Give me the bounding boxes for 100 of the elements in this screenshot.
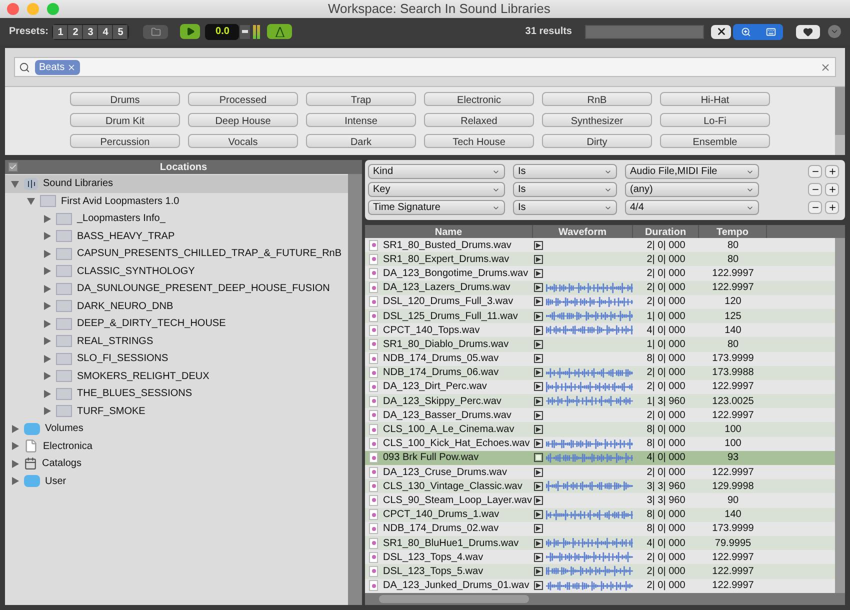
tree-item[interactable]: CAPSUN_PRESENTS_CHILLED_TRAP_&_FUTURE_RnB (5, 245, 348, 262)
scrollbar[interactable] (348, 174, 362, 605)
locations-checkbox[interactable] (8, 162, 18, 172)
play-icon[interactable] (534, 410, 543, 420)
play-icon[interactable] (534, 552, 543, 562)
play-icon[interactable] (534, 326, 543, 335)
tree-item[interactable]: Catalogs (5, 455, 348, 472)
expand-arrow-icon[interactable] (43, 267, 51, 276)
tree-item[interactable]: SLO_FI_SESSIONS (5, 350, 348, 368)
play-icon[interactable] (534, 439, 543, 448)
play-icon[interactable] (534, 368, 543, 378)
preset-button[interactable]: 4 (98, 24, 114, 38)
clear-search-icon[interactable] (820, 62, 831, 72)
expand-arrow-icon[interactable] (43, 354, 51, 363)
expand-arrow-icon[interactable] (43, 250, 51, 258)
tree-item[interactable]: DEEP_&_DIRTY_TECH_HOUSE (5, 315, 348, 332)
play-icon[interactable] (534, 524, 543, 534)
value-select[interactable]: Audio File,MIDI File (625, 164, 759, 179)
tree-item[interactable]: CLASSIC_SYNTHOLOGY (5, 262, 348, 280)
expand-arrow-icon[interactable] (43, 214, 51, 223)
operator-select[interactable]: Is (513, 200, 617, 215)
zoom-add-button[interactable] (733, 24, 759, 40)
expand-arrow-icon[interactable] (11, 460, 19, 468)
add-filter-button[interactable] (825, 183, 839, 196)
tag-button[interactable]: Drums (70, 92, 180, 106)
play-icon[interactable] (534, 312, 543, 321)
table-row[interactable]: DA_123_Cruse_Drums.wav 2| 0| 000 122.9997 (365, 465, 835, 480)
value-select[interactable]: 4/4 (625, 200, 759, 215)
expand-arrow-icon[interactable] (11, 442, 19, 450)
tag-button[interactable]: Relaxed (424, 113, 534, 127)
table-row[interactable]: DA_123_Bongotime_Drums.wav 2| 0| 000 122.9997 (365, 266, 835, 281)
table-row[interactable]: DA_123_Dirt_Perc.wav 2| 0| 000 122.9997 (365, 380, 835, 394)
favorite-button[interactable] (796, 24, 820, 38)
tag-button[interactable]: Deep House (188, 113, 298, 127)
play-icon[interactable] (534, 268, 543, 278)
tag-button[interactable]: Drum Kit (70, 113, 180, 127)
scrollbar[interactable] (835, 238, 845, 593)
table-row[interactable]: DSL_125_Drums_Full_11.wav 1| 0| 000 125 (365, 308, 835, 324)
tag-button[interactable]: Electronic (424, 92, 534, 106)
table-row[interactable]: CLS_90_Steam_Loop_Layer.wav 3| 3| 960 90 (365, 493, 835, 508)
tree-item[interactable]: THE_BLUES_SESSIONS (5, 385, 348, 402)
table-row[interactable]: CPCT_140_Tops.wav 4| 0| 000 140 (365, 323, 835, 338)
expand-arrow-icon[interactable] (43, 372, 51, 380)
tree-item[interactable]: SMOKERS_RELIGHT_DEUX (5, 368, 348, 385)
tree-item[interactable]: REAL_STRINGS (5, 332, 348, 350)
filter-field[interactable] (585, 24, 704, 38)
table-row[interactable]: SR1_80_BluHue1_Drums.wav 4| 0| 000 79.9995 (365, 536, 835, 550)
play-icon[interactable] (534, 482, 543, 491)
tree-item[interactable]: First Avid Loopmasters 1.0 (5, 192, 348, 210)
preset-button[interactable]: 3 (83, 24, 98, 38)
play-icon[interactable] (534, 254, 543, 264)
remove-filter-button[interactable] (808, 165, 822, 178)
remove-icon[interactable] (66, 62, 76, 72)
field-select[interactable]: Kind (368, 164, 505, 179)
folder-button[interactable] (143, 24, 168, 38)
value-select[interactable]: (any) (625, 182, 759, 197)
expand-arrow-icon[interactable] (43, 302, 51, 310)
dropdown-icon[interactable] (828, 25, 841, 38)
scrollbar[interactable] (835, 87, 845, 155)
expand-arrow-icon[interactable] (43, 337, 51, 346)
tag-button[interactable]: Percussion (70, 134, 180, 148)
expand-arrow-icon[interactable] (43, 390, 51, 398)
play-button[interactable] (180, 24, 200, 39)
play-icon[interactable] (534, 240, 543, 250)
table-row[interactable]: CLS_100_Kick_Hat_Echoes.wav 8| 0| 000 100 (365, 436, 835, 451)
table-row[interactable]: DA_123_Lazers_Drums.wav 2| 0| 000 122.9997 (365, 280, 835, 295)
expand-arrow-icon[interactable] (43, 284, 51, 293)
horizontal-scrollbar[interactable] (365, 593, 845, 605)
tag-button[interactable]: Processed (188, 92, 298, 106)
operator-select[interactable]: Is (513, 182, 617, 197)
tag-button[interactable]: Dark (306, 134, 416, 148)
table-row[interactable]: DSL_123_Tops_4.wav 2| 0| 000 122.9997 (365, 550, 835, 564)
tag-button[interactable]: Lo-Fi (660, 113, 770, 127)
play-icon[interactable] (534, 581, 543, 590)
preset-button[interactable]: 5 (113, 24, 128, 38)
collapse-arrow-icon[interactable] (27, 197, 35, 206)
tree-item[interactable]: BASS_HEAVY_TRAP (5, 228, 348, 245)
expand-arrow-icon[interactable] (43, 407, 51, 416)
metronome-button[interactable] (267, 24, 292, 39)
tree-item[interactable]: User (5, 472, 348, 490)
play-icon[interactable] (534, 425, 543, 434)
table-row[interactable]: CLS_130_Vintage_Classic.wav 3| 3| 960 129.9998 (365, 479, 835, 494)
tree-item[interactable]: DARK_NEURO_DNB (5, 298, 348, 315)
stop-icon[interactable] (534, 453, 543, 462)
play-icon[interactable] (534, 354, 543, 364)
table-row[interactable]: DSL_120_Drums_Full_3.wav 2| 0| 000 120 (365, 294, 835, 309)
preset-button[interactable]: 1 (53, 24, 68, 38)
clear-button[interactable] (711, 24, 731, 38)
tag-button[interactable]: Tech House (424, 134, 534, 148)
table-row[interactable]: SR1_80_Expert_Drums.wav 2| 0| 000 80 (365, 252, 835, 266)
tree-item[interactable]: TURF_SMOKE (5, 402, 348, 420)
add-filter-button[interactable] (825, 201, 839, 214)
expand-arrow-icon[interactable] (43, 232, 51, 240)
table-row[interactable]: NDB_174_Drums_06.wav 2| 0| 000 173.9988 (365, 366, 835, 380)
tree-item[interactable]: DA_SUNLOUNGE_PRESENT_DEEP_HOUSE_FUSION (5, 280, 348, 298)
play-icon[interactable] (534, 566, 543, 576)
play-icon[interactable] (534, 396, 543, 406)
keyboard-button[interactable] (759, 24, 783, 40)
tree-item[interactable]: Sound Libraries (5, 175, 348, 192)
expand-arrow-icon[interactable] (11, 424, 19, 433)
